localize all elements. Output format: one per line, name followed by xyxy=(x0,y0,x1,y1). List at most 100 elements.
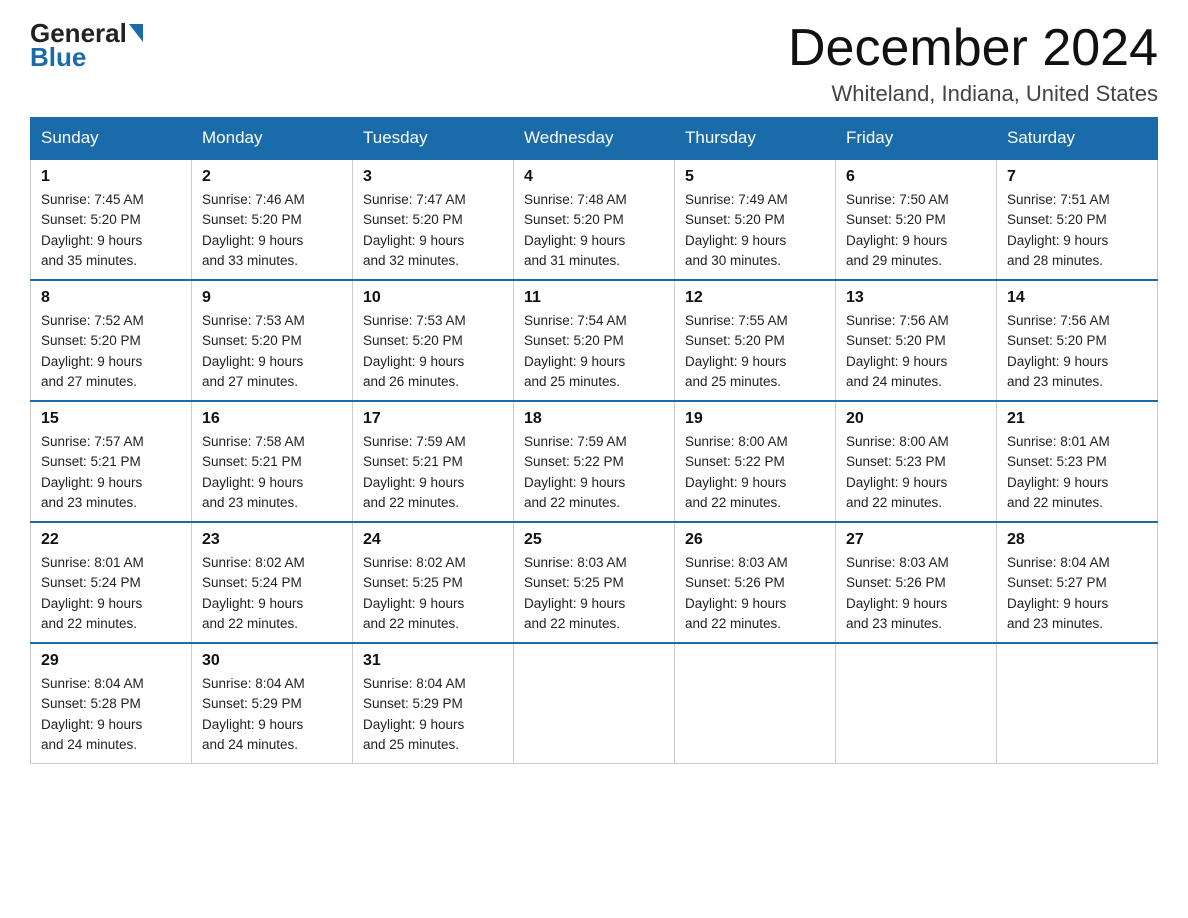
day-info: Sunrise: 8:04 AMSunset: 5:29 PMDaylight:… xyxy=(363,674,503,755)
weekday-header-sunday: Sunday xyxy=(31,118,192,160)
day-number: 7 xyxy=(1007,168,1147,186)
day-info: Sunrise: 7:46 AMSunset: 5:20 PMDaylight:… xyxy=(202,190,342,271)
day-number: 22 xyxy=(41,531,181,549)
calendar-cell: 7 Sunrise: 7:51 AMSunset: 5:20 PMDaylight… xyxy=(997,159,1158,280)
calendar-cell xyxy=(514,643,675,764)
day-number: 31 xyxy=(363,652,503,670)
calendar-table: SundayMondayTuesdayWednesdayThursdayFrid… xyxy=(30,117,1158,764)
calendar-cell: 16 Sunrise: 7:58 AMSunset: 5:21 PMDayligh… xyxy=(192,401,353,522)
weekday-header-thursday: Thursday xyxy=(675,118,836,160)
calendar-cell: 10 Sunrise: 7:53 AMSunset: 5:20 PMDayligh… xyxy=(353,280,514,401)
day-info: Sunrise: 7:45 AMSunset: 5:20 PMDaylight:… xyxy=(41,190,181,271)
day-number: 5 xyxy=(685,168,825,186)
day-info: Sunrise: 8:00 AMSunset: 5:22 PMDaylight:… xyxy=(685,432,825,513)
calendar-cell: 21Sunrise: 8:01 AMSunset: 5:23 PMDayligh… xyxy=(997,401,1158,522)
calendar-cell: 25 Sunrise: 8:03 AMSunset: 5:25 PMDayligh… xyxy=(514,522,675,643)
day-number: 8 xyxy=(41,289,181,307)
day-number: 20 xyxy=(846,410,986,428)
weekday-header-tuesday: Tuesday xyxy=(353,118,514,160)
calendar-cell: 18 Sunrise: 7:59 AMSunset: 5:22 PMDayligh… xyxy=(514,401,675,522)
logo-blue-text: Blue xyxy=(30,44,86,70)
weekday-header-wednesday: Wednesday xyxy=(514,118,675,160)
day-info: Sunrise: 7:51 AMSunset: 5:20 PMDaylight:… xyxy=(1007,190,1147,271)
calendar-cell xyxy=(675,643,836,764)
day-info: Sunrise: 7:57 AMSunset: 5:21 PMDaylight:… xyxy=(41,432,181,513)
day-number: 27 xyxy=(846,531,986,549)
calendar-week-row: 29 Sunrise: 8:04 AMSunset: 5:28 PMDayligh… xyxy=(31,643,1158,764)
day-number: 4 xyxy=(524,168,664,186)
calendar-cell: 22 Sunrise: 8:01 AMSunset: 5:24 PMDayligh… xyxy=(31,522,192,643)
day-info: Sunrise: 7:53 AMSunset: 5:20 PMDaylight:… xyxy=(202,311,342,392)
day-info: Sunrise: 7:53 AMSunset: 5:20 PMDaylight:… xyxy=(363,311,503,392)
day-number: 26 xyxy=(685,531,825,549)
calendar-cell: 1Sunrise: 7:45 AMSunset: 5:20 PMDaylight… xyxy=(31,159,192,280)
calendar-cell: 29 Sunrise: 8:04 AMSunset: 5:28 PMDayligh… xyxy=(31,643,192,764)
day-info: Sunrise: 8:03 AMSunset: 5:26 PMDaylight:… xyxy=(685,553,825,634)
calendar-cell: 11 Sunrise: 7:54 AMSunset: 5:20 PMDayligh… xyxy=(514,280,675,401)
calendar-cell: 9 Sunrise: 7:53 AMSunset: 5:20 PMDaylight… xyxy=(192,280,353,401)
day-info: Sunrise: 7:54 AMSunset: 5:20 PMDaylight:… xyxy=(524,311,664,392)
weekday-header-saturday: Saturday xyxy=(997,118,1158,160)
day-info: Sunrise: 7:47 AMSunset: 5:20 PMDaylight:… xyxy=(363,190,503,271)
weekday-header-friday: Friday xyxy=(836,118,997,160)
day-info: Sunrise: 8:02 AMSunset: 5:25 PMDaylight:… xyxy=(363,553,503,634)
weekday-header-row: SundayMondayTuesdayWednesdayThursdayFrid… xyxy=(31,118,1158,160)
day-number: 9 xyxy=(202,289,342,307)
day-number: 16 xyxy=(202,410,342,428)
day-info: Sunrise: 8:04 AMSunset: 5:27 PMDaylight:… xyxy=(1007,553,1147,634)
calendar-week-row: 8 Sunrise: 7:52 AMSunset: 5:20 PMDaylight… xyxy=(31,280,1158,401)
day-number: 3 xyxy=(363,168,503,186)
calendar-cell: 24 Sunrise: 8:02 AMSunset: 5:25 PMDayligh… xyxy=(353,522,514,643)
calendar-cell: 8 Sunrise: 7:52 AMSunset: 5:20 PMDaylight… xyxy=(31,280,192,401)
calendar-cell: 26 Sunrise: 8:03 AMSunset: 5:26 PMDayligh… xyxy=(675,522,836,643)
day-info: Sunrise: 8:03 AMSunset: 5:25 PMDaylight:… xyxy=(524,553,664,634)
day-info: Sunrise: 7:56 AMSunset: 5:20 PMDaylight:… xyxy=(1007,311,1147,392)
calendar-cell: 5 Sunrise: 7:49 AMSunset: 5:20 PMDaylight… xyxy=(675,159,836,280)
day-number: 15 xyxy=(41,410,181,428)
calendar-cell: 4 Sunrise: 7:48 AMSunset: 5:20 PMDaylight… xyxy=(514,159,675,280)
day-number: 29 xyxy=(41,652,181,670)
calendar-cell: 15 Sunrise: 7:57 AMSunset: 5:21 PMDayligh… xyxy=(31,401,192,522)
day-number: 23 xyxy=(202,531,342,549)
day-info: Sunrise: 7:49 AMSunset: 5:20 PMDaylight:… xyxy=(685,190,825,271)
day-info: Sunrise: 8:01 AMSunset: 5:24 PMDaylight:… xyxy=(41,553,181,634)
calendar-cell: 20 Sunrise: 8:00 AMSunset: 5:23 PMDayligh… xyxy=(836,401,997,522)
day-info: Sunrise: 7:58 AMSunset: 5:21 PMDaylight:… xyxy=(202,432,342,513)
day-number: 24 xyxy=(363,531,503,549)
day-number: 19 xyxy=(685,410,825,428)
day-number: 21 xyxy=(1007,410,1147,428)
day-number: 13 xyxy=(846,289,986,307)
calendar-cell: 3 Sunrise: 7:47 AMSunset: 5:20 PMDaylight… xyxy=(353,159,514,280)
day-number: 2 xyxy=(202,168,342,186)
calendar-week-row: 22 Sunrise: 8:01 AMSunset: 5:24 PMDayligh… xyxy=(31,522,1158,643)
title-section: December 2024 Whiteland, Indiana, United… xyxy=(788,20,1158,107)
calendar-cell xyxy=(836,643,997,764)
day-info: Sunrise: 8:04 AMSunset: 5:28 PMDaylight:… xyxy=(41,674,181,755)
day-info: Sunrise: 7:59 AMSunset: 5:22 PMDaylight:… xyxy=(524,432,664,513)
day-info: Sunrise: 7:52 AMSunset: 5:20 PMDaylight:… xyxy=(41,311,181,392)
logo-arrow-icon xyxy=(129,24,143,42)
day-number: 11 xyxy=(524,289,664,307)
day-info: Sunrise: 7:50 AMSunset: 5:20 PMDaylight:… xyxy=(846,190,986,271)
day-info: Sunrise: 7:55 AMSunset: 5:20 PMDaylight:… xyxy=(685,311,825,392)
calendar-cell: 27 Sunrise: 8:03 AMSunset: 5:26 PMDayligh… xyxy=(836,522,997,643)
calendar-cell: 30Sunrise: 8:04 AMSunset: 5:29 PMDayligh… xyxy=(192,643,353,764)
calendar-cell xyxy=(997,643,1158,764)
day-info: Sunrise: 8:03 AMSunset: 5:26 PMDaylight:… xyxy=(846,553,986,634)
day-info: Sunrise: 8:04 AMSunset: 5:29 PMDaylight:… xyxy=(202,674,342,755)
weekday-header-monday: Monday xyxy=(192,118,353,160)
day-number: 25 xyxy=(524,531,664,549)
calendar-cell: 6 Sunrise: 7:50 AMSunset: 5:20 PMDaylight… xyxy=(836,159,997,280)
calendar-cell: 23Sunrise: 8:02 AMSunset: 5:24 PMDayligh… xyxy=(192,522,353,643)
day-info: Sunrise: 7:48 AMSunset: 5:20 PMDaylight:… xyxy=(524,190,664,271)
calendar-cell: 19 Sunrise: 8:00 AMSunset: 5:22 PMDayligh… xyxy=(675,401,836,522)
location-title: Whiteland, Indiana, United States xyxy=(788,81,1158,107)
logo: General Blue xyxy=(30,20,143,70)
day-number: 6 xyxy=(846,168,986,186)
calendar-cell: 2 Sunrise: 7:46 AMSunset: 5:20 PMDaylight… xyxy=(192,159,353,280)
calendar-cell: 12Sunrise: 7:55 AMSunset: 5:20 PMDayligh… xyxy=(675,280,836,401)
calendar-cell: 31 Sunrise: 8:04 AMSunset: 5:29 PMDayligh… xyxy=(353,643,514,764)
day-number: 10 xyxy=(363,289,503,307)
day-info: Sunrise: 8:00 AMSunset: 5:23 PMDaylight:… xyxy=(846,432,986,513)
day-number: 18 xyxy=(524,410,664,428)
